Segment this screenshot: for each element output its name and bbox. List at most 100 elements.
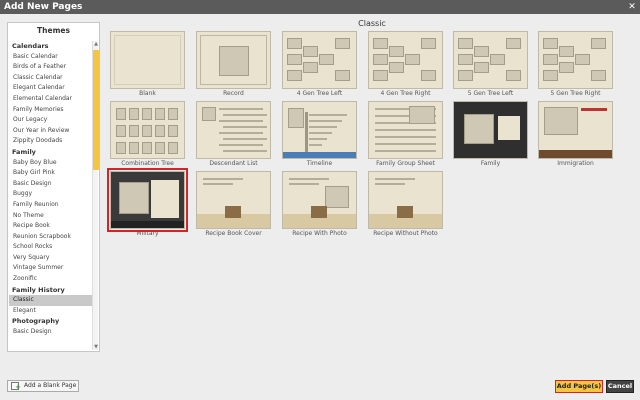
template-tile[interactable]: Record (196, 31, 271, 97)
template-thumbnail (453, 31, 528, 89)
template-tile[interactable]: 5 Gen Tree Left (453, 31, 528, 97)
tree-box (373, 54, 388, 65)
theme-item[interactable]: Zippity Doodads (9, 136, 93, 147)
theme-item[interactable]: Baby Boy Blue (9, 158, 93, 169)
template-thumbnail (368, 171, 443, 229)
theme-item[interactable]: Elegant Calendar (9, 83, 93, 94)
tree-box (155, 108, 165, 120)
template-tile[interactable]: 4 Gen Tree Right (368, 31, 443, 97)
text-line (223, 114, 267, 116)
text-line (223, 126, 267, 128)
tree-box (559, 46, 574, 57)
template-tile[interactable]: 5 Gen Tree Right (538, 31, 613, 97)
photo-frame (409, 106, 435, 124)
template-tile[interactable]: Blank (110, 31, 185, 97)
template-thumbnail (538, 31, 613, 89)
tree-box (287, 70, 302, 81)
tree-box (319, 54, 334, 65)
close-icon[interactable]: ✕ (627, 2, 637, 12)
theme-item[interactable]: Birds of a Feather (9, 62, 93, 73)
text-line (375, 178, 415, 180)
tree-box (303, 46, 318, 57)
template-thumbnail (196, 31, 271, 89)
template-tile[interactable]: Recipe Without Photo (368, 171, 443, 237)
tree-box (591, 38, 606, 49)
template-tile[interactable]: Military (107, 168, 188, 237)
window-title: Add New Pages (4, 2, 83, 12)
template-tile[interactable]: 4 Gen Tree Left (282, 31, 357, 97)
template-thumbnail (282, 171, 357, 229)
cancel-button[interactable]: Cancel (606, 380, 634, 393)
template-thumbnail (368, 31, 443, 89)
template-thumbnail (196, 171, 271, 229)
template-thumbnail (453, 101, 528, 159)
theme-item[interactable]: Classic (9, 295, 93, 306)
add-page-icon: + (11, 382, 21, 391)
template-tile[interactable]: Recipe Book Cover (196, 171, 271, 237)
theme-item[interactable]: Baby Girl Pink (9, 168, 93, 179)
tree-box (129, 125, 139, 137)
add-pages-button[interactable]: Add Page(s) (555, 380, 603, 393)
tree-box (287, 38, 302, 49)
template-tile[interactable]: Combination Tree (110, 101, 185, 167)
theme-item[interactable]: Basic Design (9, 327, 93, 338)
template-label: 5 Gen Tree Left (467, 90, 514, 97)
tree-box (116, 125, 126, 137)
themes-scrollbar[interactable]: ▲ ▼ (92, 41, 99, 350)
themes-list: Calendars Basic Calendar Birds of a Feathe… (9, 41, 93, 350)
template-tile[interactable]: Recipe With Photo (282, 171, 357, 237)
text-line (223, 138, 267, 140)
theme-item[interactable]: School Rocks (9, 242, 93, 253)
template-thumbnail (110, 101, 185, 159)
template-label: Recipe Without Photo (373, 230, 438, 237)
tree-box (421, 38, 436, 49)
theme-item[interactable]: Recipe Book (9, 221, 93, 232)
tree-box (389, 46, 404, 57)
theme-item[interactable]: Very Squary (9, 253, 93, 264)
tree-box (129, 142, 139, 154)
scroll-up-icon[interactable]: ▲ (93, 41, 99, 47)
tree-box (373, 70, 388, 81)
theme-item[interactable]: Elemental Calendar (9, 94, 93, 105)
theme-item[interactable]: Our Year in Review (9, 126, 93, 137)
thumbnail-shape (200, 35, 267, 85)
theme-item[interactable]: Family Memories (9, 105, 93, 116)
thumbnail-shape (305, 112, 308, 152)
template-tile[interactable]: Family Group Sheet (368, 101, 443, 167)
template-label: Military (136, 230, 159, 237)
tree-box (458, 70, 473, 81)
theme-item[interactable]: No Theme (9, 211, 93, 222)
tree-box (421, 70, 436, 81)
tree-box (155, 125, 165, 137)
theme-item[interactable]: Reunion Scrapbook (9, 232, 93, 243)
scrollbar-thumb[interactable] (93, 50, 99, 170)
template-label: Descendant List (209, 160, 258, 167)
theme-item[interactable]: Buggy (9, 189, 93, 200)
text-line (203, 178, 243, 180)
tree-box (474, 62, 489, 73)
page-templates-panel: Classic Blank Record 4 Gen Tree Left 4 Gen … (104, 14, 640, 374)
template-label: 4 Gen Tree Left (296, 90, 343, 97)
add-blank-page-button[interactable]: + Add a Blank Page (7, 380, 79, 392)
theme-item[interactable]: Zoonific (9, 274, 93, 285)
theme-item[interactable]: Vintage Summer (9, 263, 93, 274)
tree-box (129, 108, 139, 120)
template-tile[interactable]: Family (453, 101, 528, 167)
template-tile[interactable]: Immigration (538, 101, 613, 167)
text-line (375, 129, 436, 131)
template-tile[interactable]: Timeline (282, 101, 357, 167)
scroll-down-icon[interactable]: ▼ (93, 344, 99, 350)
tree-box (335, 70, 350, 81)
tree-box (543, 38, 558, 49)
text-line (223, 150, 267, 152)
theme-item[interactable]: Basic Design (9, 179, 93, 190)
theme-item[interactable]: Elegant (9, 306, 93, 317)
theme-item[interactable]: Basic Calendar (9, 52, 93, 63)
theme-item[interactable]: Our Legacy (9, 115, 93, 126)
text-line (289, 178, 329, 180)
template-tile[interactable]: Descendant List (196, 101, 271, 167)
theme-item[interactable]: Classic Calendar (9, 73, 93, 84)
theme-item[interactable]: Family Reunion (9, 200, 93, 211)
text-line (289, 183, 319, 185)
tree-box (142, 142, 152, 154)
